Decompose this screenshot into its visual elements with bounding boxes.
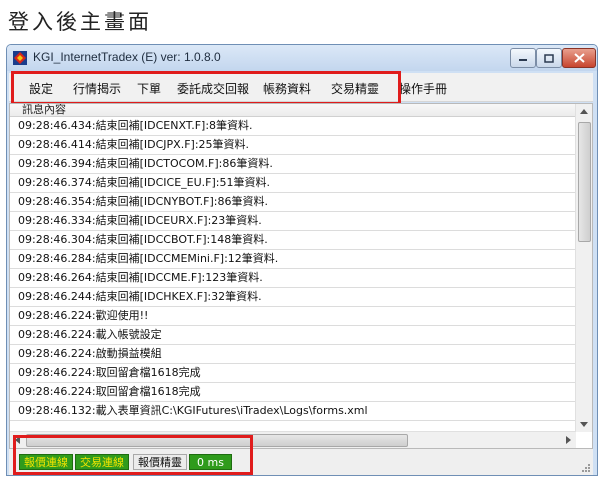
quote-connection-status[interactable]: 報價連線 xyxy=(19,454,73,470)
message-log-panel: 訊息內容 09:28:46.434:結束回補[IDCENXT.F]:8筆資料. … xyxy=(9,103,593,449)
menu-market-quotes[interactable]: 行情揭示 xyxy=(73,80,121,97)
log-row[interactable]: 09:28:46.224:載入帳號設定 xyxy=(10,326,576,345)
log-row[interactable]: 09:28:46.224:取回留倉檔1618完成 xyxy=(10,383,576,402)
title-bar[interactable]: KGI_InternetTradex (E) ver: 1.0.8.0 xyxy=(7,45,597,71)
page-caption: 登入後主畫面 xyxy=(8,10,152,34)
latency-indicator: 0 ms xyxy=(189,454,232,470)
log-column-header[interactable]: 訊息內容 xyxy=(10,103,576,117)
quote-wizard-status[interactable]: 報價精靈 xyxy=(133,454,187,470)
menu-account-data[interactable]: 帳務資料 xyxy=(263,80,311,97)
menu-bar: 設定 行情揭示 下單 委託成交回報 帳務資料 交易精靈 操作手冊 xyxy=(9,73,593,102)
window-title: KGI_InternetTradex (E) ver: 1.0.8.0 xyxy=(33,50,221,64)
scroll-left-arrow-icon[interactable] xyxy=(15,436,20,444)
log-row[interactable]: 09:28:46.304:結束回補[IDCCBOT.F]:148筆資料. xyxy=(10,231,576,250)
status-bar: 報價連線 交易連線 報價精靈 0 ms xyxy=(9,449,593,475)
log-row[interactable]: 09:28:46.224:取回留倉檔1618完成 xyxy=(10,364,576,383)
menu-order-fill-report[interactable]: 委託成交回報 xyxy=(177,80,249,97)
vertical-scrollbar[interactable] xyxy=(575,104,592,432)
menu-settings[interactable]: 設定 xyxy=(29,80,53,97)
menu-user-manual[interactable]: 操作手冊 xyxy=(399,80,447,97)
log-row[interactable]: 09:28:46.374:結束回補[IDCICE_EU.F]:51筆資料. xyxy=(10,174,576,193)
log-column-header-label: 訊息內容 xyxy=(22,103,66,116)
log-row[interactable]: 09:28:46.224:歡迎使用!! xyxy=(10,307,576,326)
app-window: KGI_InternetTradex (E) ver: 1.0.8.0 設定 行… xyxy=(6,44,598,476)
close-icon xyxy=(573,53,585,63)
log-row[interactable]: 09:28:46.354:結束回補[IDCNYBOT.F]:86筆資料. xyxy=(10,193,576,212)
log-row[interactable]: 09:28:46.132:載入表單資訊C:\KGIFutures\iTradex… xyxy=(10,402,576,421)
minimize-icon xyxy=(519,59,527,61)
log-row[interactable]: 09:28:46.334:結束回補[IDCEURX.F]:23筆資料. xyxy=(10,212,576,231)
resize-grip-icon[interactable] xyxy=(581,463,591,473)
menu-place-order[interactable]: 下單 xyxy=(137,80,161,97)
log-list: 09:28:46.434:結束回補[IDCENXT.F]:8筆資料. 09:28… xyxy=(10,117,576,421)
log-row[interactable]: 09:28:46.284:結束回補[IDCCMEMini.F]:12筆資料. xyxy=(10,250,576,269)
maximize-icon xyxy=(544,53,554,63)
scroll-up-arrow-icon[interactable] xyxy=(580,109,588,114)
log-row[interactable]: 09:28:46.264:結束回補[IDCCME.F]:123筆資料. xyxy=(10,269,576,288)
trade-connection-status[interactable]: 交易連線 xyxy=(75,454,129,470)
log-row[interactable]: 09:28:46.414:結束回補[IDCJPX.F]:25筆資料. xyxy=(10,136,576,155)
horizontal-scrollbar[interactable] xyxy=(10,431,576,448)
horizontal-scroll-thumb[interactable] xyxy=(26,434,408,447)
log-row[interactable]: 09:28:46.244:結束回補[IDCHKEX.F]:32筆資料. xyxy=(10,288,576,307)
maximize-button[interactable] xyxy=(536,48,562,68)
close-button[interactable] xyxy=(562,48,596,68)
menu-trading-wizard[interactable]: 交易精靈 xyxy=(331,80,379,97)
scroll-down-arrow-icon[interactable] xyxy=(580,422,588,427)
vertical-scroll-thumb[interactable] xyxy=(578,122,591,242)
scroll-right-arrow-icon[interactable] xyxy=(566,436,571,444)
minimize-button[interactable] xyxy=(510,48,536,68)
app-logo-icon xyxy=(13,51,27,65)
log-row[interactable]: 09:28:46.224:啟動損益模組 xyxy=(10,345,576,364)
log-row[interactable]: 09:28:46.394:結束回補[IDCTOCOM.F]:86筆資料. xyxy=(10,155,576,174)
log-row[interactable]: 09:28:46.434:結束回補[IDCENXT.F]:8筆資料. xyxy=(10,117,576,136)
